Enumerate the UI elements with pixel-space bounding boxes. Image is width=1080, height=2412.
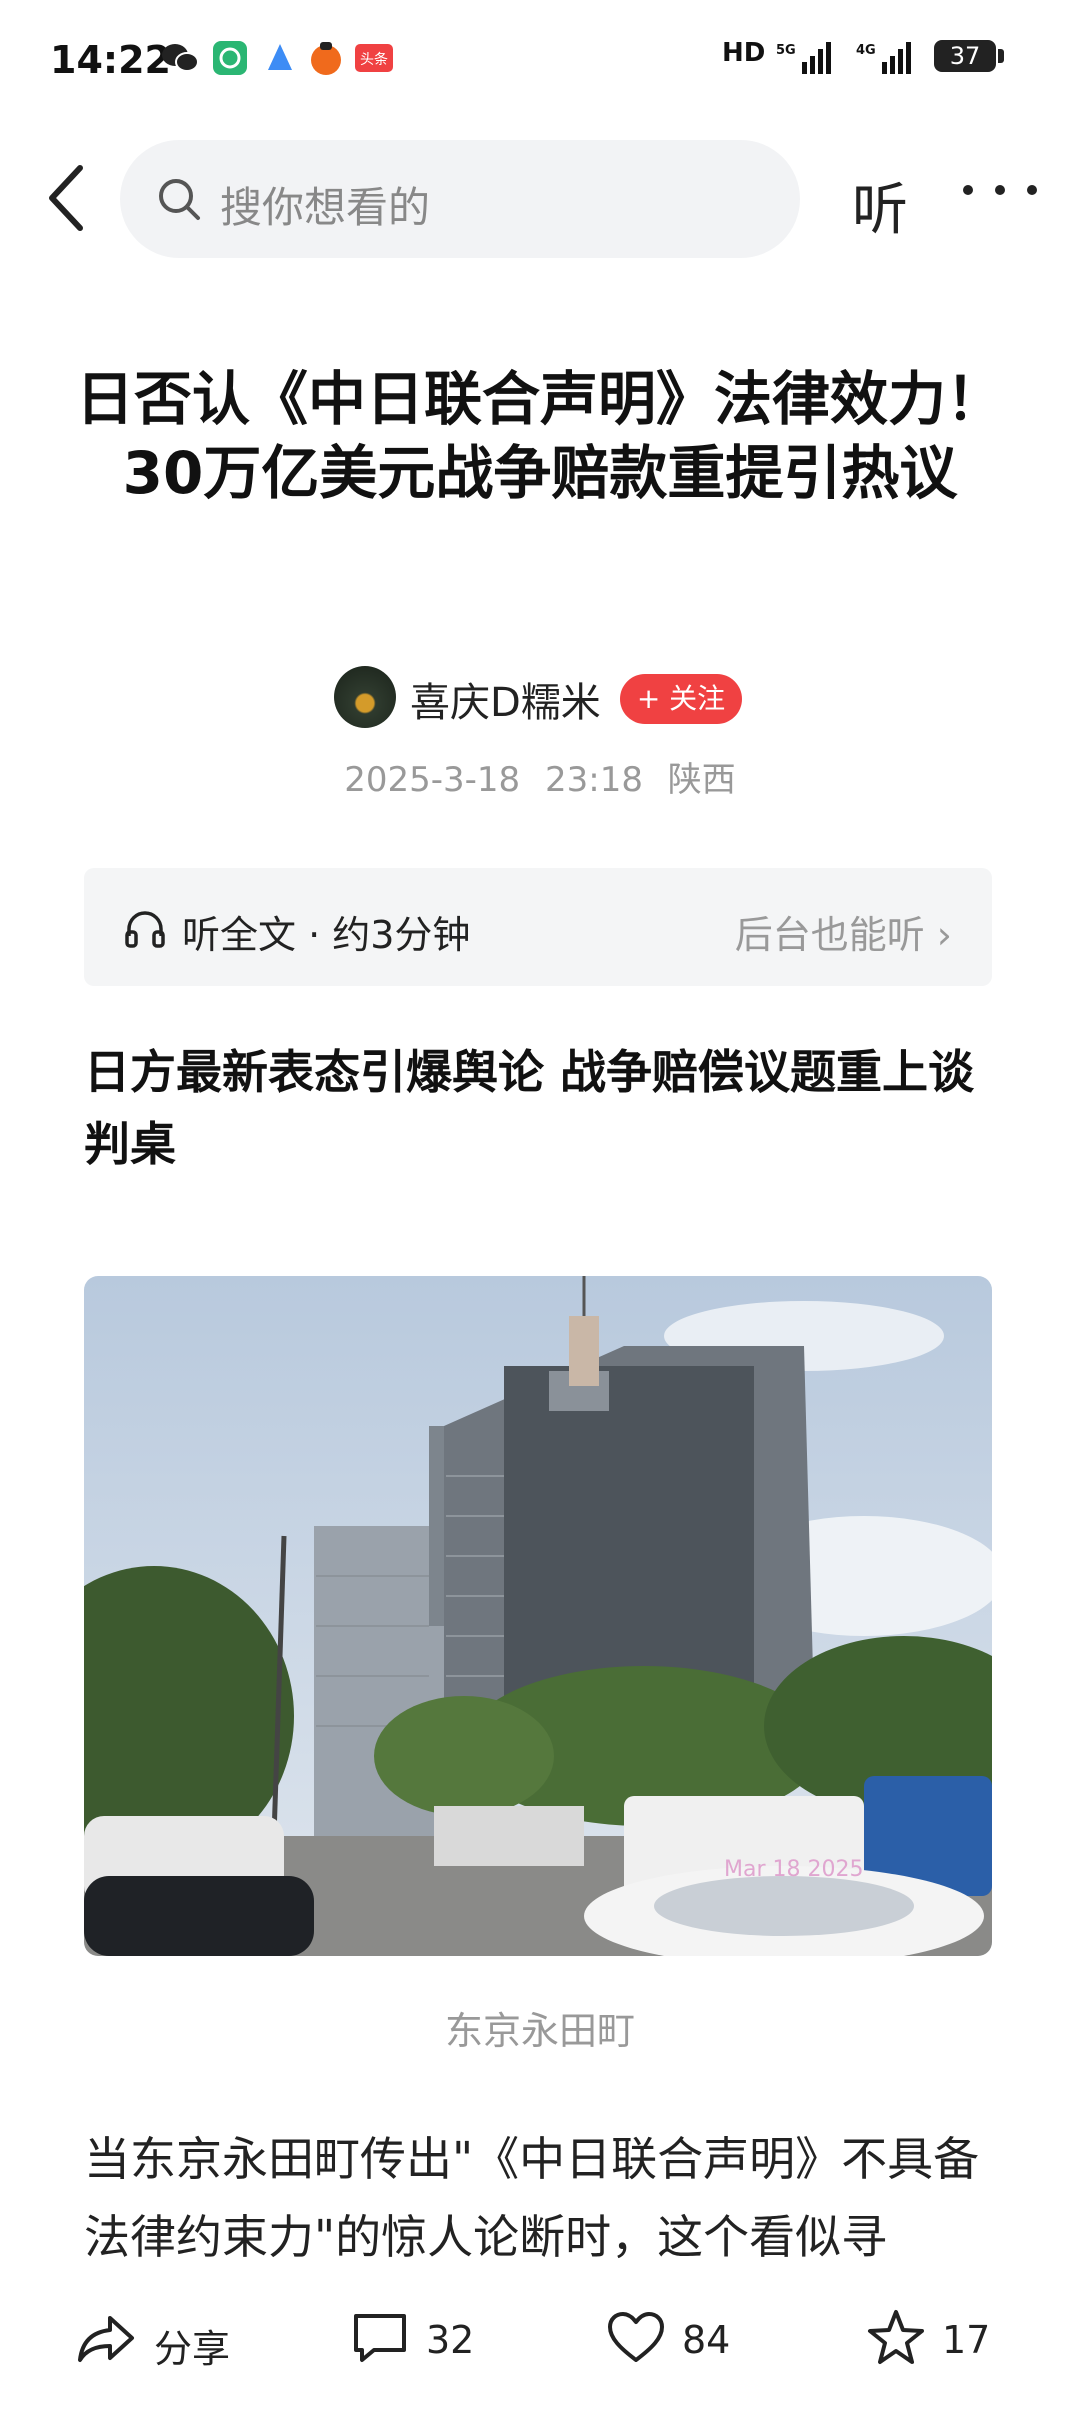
more-options-icon[interactable] bbox=[958, 180, 1042, 200]
app-icon-green bbox=[213, 41, 247, 75]
comment-icon bbox=[354, 2314, 406, 2362]
star-icon bbox=[868, 2310, 924, 2364]
article-meta: 2025-3-18 23:18 陕西 bbox=[0, 752, 1080, 801]
article-photo[interactable]: Mar 18 2025 bbox=[84, 1276, 992, 1956]
status-time: 14:22 bbox=[50, 38, 171, 82]
hd-indicator: HD bbox=[722, 38, 766, 68]
comments-button[interactable]: 32 bbox=[350, 2308, 500, 2368]
image-caption: 东京永田町 bbox=[444, 2009, 635, 2053]
headphone-icon bbox=[125, 911, 165, 948]
search-input[interactable]: 搜你想看的 bbox=[120, 140, 800, 258]
app-icon-orange bbox=[311, 42, 341, 75]
signal-4g-icon: 4G bbox=[856, 42, 911, 74]
favorites-count: 17 bbox=[942, 2318, 991, 2362]
share-button[interactable]: 分享 bbox=[76, 2308, 256, 2371]
listen-full-bar[interactable]: 听全文 · 约3分钟 后台也能听 › bbox=[84, 868, 992, 986]
battery-indicator: 37 bbox=[934, 40, 996, 72]
share-label: 分享 bbox=[154, 2327, 231, 2371]
toutiao-icon: 头条 bbox=[355, 44, 393, 72]
wechat-icon bbox=[162, 44, 199, 72]
svg-text:4G: 4G bbox=[856, 43, 876, 58]
publish-date: 2025-3-18 bbox=[344, 760, 521, 800]
follow-button[interactable]: + 关注 bbox=[620, 674, 742, 724]
comments-count: 32 bbox=[426, 2318, 475, 2362]
article-body: 当东京永田町传出"《中日联合声明》不具备法律约束力"的惊人论断时，这个看似寻 bbox=[84, 2132, 980, 2264]
heart-icon bbox=[608, 2312, 664, 2362]
background-listen-link[interactable]: 后台也能听 › bbox=[735, 904, 952, 959]
share-icon bbox=[78, 2316, 134, 2362]
battery-cap bbox=[998, 49, 1004, 63]
svg-text:5G: 5G bbox=[776, 43, 796, 58]
listen-button[interactable]: 听 bbox=[852, 165, 908, 246]
status-bar: 14:22 头条 HD 5G 4G 37 bbox=[0, 0, 1080, 120]
like-button[interactable]: 84 bbox=[606, 2308, 756, 2368]
publish-location: 陕西 bbox=[667, 760, 736, 800]
publish-time: 23:18 bbox=[544, 760, 643, 800]
favorite-button[interactable]: 17 bbox=[866, 2308, 1016, 2368]
back-arrow-icon[interactable] bbox=[40, 158, 96, 238]
listen-full-label: 听全文 · 约3分钟 bbox=[182, 913, 471, 957]
likes-count: 84 bbox=[682, 2318, 731, 2362]
author-name[interactable]: 喜庆D糯米 bbox=[410, 670, 601, 728]
search-placeholder: 搜你想看的 bbox=[220, 183, 431, 232]
bottom-action-bar: 分享 32 84 17 bbox=[0, 2278, 1080, 2412]
photo-watermark: Mar 18 2025 bbox=[724, 1857, 863, 1882]
article-title: 日否认《中日联合声明》法律效力！30万亿美元战争赔款重提引热议 bbox=[75, 365, 1004, 507]
svg-text:头条: 头条 bbox=[360, 51, 388, 68]
search-icon bbox=[159, 179, 200, 220]
signal-5g-icon: 5G bbox=[776, 42, 831, 74]
author-avatar[interactable] bbox=[334, 666, 396, 728]
app-icon-blue bbox=[268, 44, 292, 70]
article-subtitle: 日方最新表态引爆舆论 战争赔偿议题重上谈判桌 bbox=[84, 1045, 975, 1171]
